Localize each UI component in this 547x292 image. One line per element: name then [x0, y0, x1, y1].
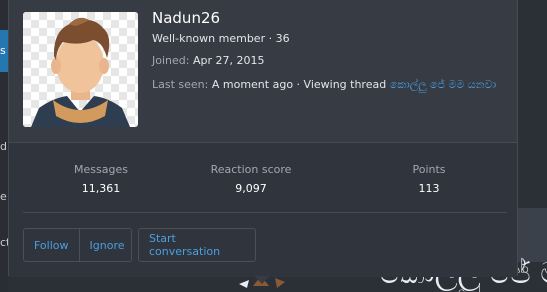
- conversation-group: Start conversation: [138, 228, 256, 262]
- tooltip-arrow: [254, 276, 270, 284]
- stat-value: 9,097: [235, 182, 267, 195]
- background-nav-letter: e: [0, 190, 7, 203]
- member-stats: Messages 11,361 Reaction score 9,097 Poi…: [9, 142, 517, 277]
- joined-date: Apr 27, 2015: [192, 54, 265, 67]
- viewing-thread-link[interactable]: කොල්ලු ජේ මම යනවා: [390, 78, 496, 91]
- ignore-button[interactable]: Ignore: [78, 229, 135, 261]
- last-seen-line: Last seen: A moment ago · Viewing thread…: [152, 78, 496, 92]
- follow-button[interactable]: Follow: [24, 229, 79, 261]
- stat-messages: Messages 11,361: [31, 163, 171, 195]
- stat-value[interactable]: 113: [359, 182, 499, 195]
- joined-line: Joined: Apr 27, 2015: [152, 54, 264, 67]
- stat-points: Points 113: [359, 163, 499, 195]
- background-nav-letter: d: [0, 140, 7, 153]
- member-tooltip: Nadun26 Well-known member · 36 Joined: A…: [8, 0, 518, 277]
- stat-label: Reaction score: [210, 163, 292, 176]
- stat-label: Points: [412, 163, 446, 176]
- divider: [23, 212, 507, 213]
- start-conversation-button[interactable]: Start conversation: [139, 229, 255, 261]
- stat-value[interactable]: 11,361: [31, 182, 171, 195]
- avatar-cartoon-man-icon: [23, 12, 138, 127]
- username[interactable]: Nadun26: [152, 9, 220, 27]
- background-tab-letter: s: [0, 44, 6, 57]
- user-title: Well-known member · 36: [152, 32, 290, 45]
- last-seen-label: Last seen:: [152, 78, 209, 91]
- avatar[interactable]: [23, 12, 138, 127]
- last-seen-value: A moment ago · Viewing thread: [211, 78, 387, 91]
- follow-ignore-group: Follow Ignore: [23, 228, 132, 262]
- stat-label: Messages: [74, 163, 128, 176]
- joined-label: Joined:: [152, 54, 190, 67]
- background-button[interactable]: [518, 208, 547, 262]
- stat-reaction-score: Reaction score 9,097: [181, 163, 321, 195]
